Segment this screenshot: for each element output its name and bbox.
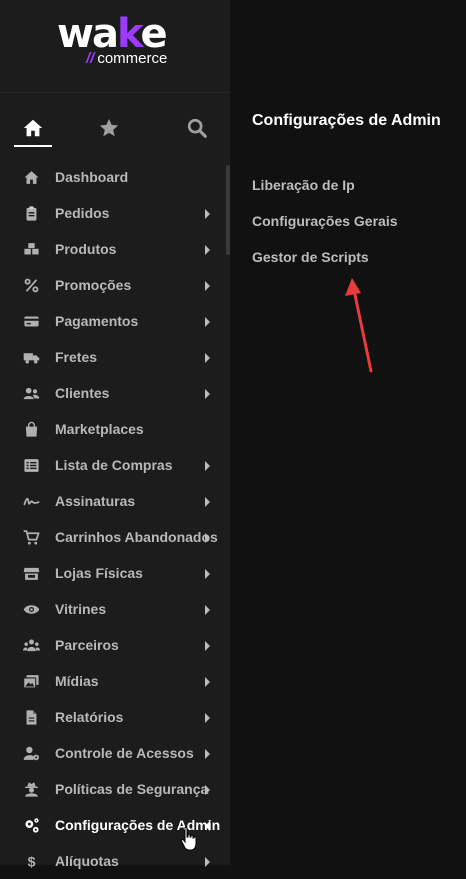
sidebar-item-label: Carrinhos Abandonados xyxy=(55,529,218,545)
cogs-icon xyxy=(23,817,40,834)
sidebar-item-label: Produtos xyxy=(55,241,117,257)
logo[interactable]: wake //commerce xyxy=(0,0,230,93)
mouse-pointer-icon xyxy=(180,826,197,851)
sidebar-item-label: Lista de Compras xyxy=(55,457,173,473)
sidebar-item-cart[interactable]: Carrinhos Abandonados xyxy=(0,519,226,555)
sidebar-item-label: Promoções xyxy=(55,277,132,293)
sidebar-item-label: Relatórios xyxy=(55,709,124,725)
sidebar-item-boxes[interactable]: Produtos xyxy=(0,231,226,267)
logo-commerce: //commerce xyxy=(86,50,168,67)
home-tab[interactable] xyxy=(15,112,51,144)
sidebar-item-label: Vitrines xyxy=(55,601,107,617)
users-icon xyxy=(23,385,40,402)
sidebar-item-list[interactable]: Lista de Compras xyxy=(0,447,226,483)
chevron-right-icon xyxy=(205,785,210,795)
sidebar-item-label: Fretes xyxy=(55,349,98,365)
sidebar-item-label: Pedidos xyxy=(55,205,110,221)
chevron-right-icon xyxy=(205,533,210,543)
clipboard-icon xyxy=(23,205,40,222)
chevron-right-icon xyxy=(205,209,210,219)
submenu-title: Configurações de Admin xyxy=(252,112,441,129)
svg-text:$: $ xyxy=(28,854,36,870)
signature-icon xyxy=(23,493,40,510)
sidebar-item-clipboard[interactable]: Pedidos xyxy=(0,195,226,231)
sidebar-item-signature[interactable]: Assinaturas xyxy=(0,483,226,519)
chevron-right-icon xyxy=(205,389,210,399)
submenu-item-gestor-scripts[interactable]: Gestor de Scripts xyxy=(252,249,369,266)
home-icon xyxy=(23,119,43,137)
sidebar-item-images[interactable]: Mídias xyxy=(0,663,226,699)
chevron-right-icon xyxy=(205,353,210,363)
sidebar-top-icons xyxy=(0,112,230,148)
chevron-right-icon xyxy=(205,677,210,687)
file-icon xyxy=(23,709,40,726)
sidebar-item-label: Dashboard xyxy=(55,169,129,185)
sidebar-item-label: Pagamentos xyxy=(55,313,139,329)
dollar-icon: $ xyxy=(23,853,40,870)
chevron-left-icon xyxy=(205,821,210,831)
boxes-icon xyxy=(23,241,40,258)
search-tab[interactable] xyxy=(179,112,215,144)
eye-icon xyxy=(23,601,40,618)
submenu-item-configuracoes-gerais[interactable]: Configurações Gerais xyxy=(252,213,398,230)
sidebar-item-home[interactable]: Dashboard xyxy=(0,159,226,195)
sidebar-item-label: Lojas Físicas xyxy=(55,565,143,581)
store-icon xyxy=(23,565,40,582)
submenu-panel: Configurações de Admin Liberação de Ip C… xyxy=(230,0,466,865)
sidebar-item-label: Alíquotas xyxy=(55,853,119,869)
cart-icon xyxy=(23,529,40,546)
sidebar-item-label: Mídias xyxy=(55,673,99,689)
chevron-right-icon xyxy=(205,317,210,327)
chevron-right-icon xyxy=(205,281,210,291)
user-cog-icon xyxy=(23,745,40,762)
sidebar-item-percent[interactable]: Promoções xyxy=(0,267,226,303)
sidebar-item-store[interactable]: Lojas Físicas xyxy=(0,555,226,591)
chevron-right-icon xyxy=(205,749,210,759)
sidebar-item-credit-card[interactable]: Pagamentos xyxy=(0,303,226,339)
sidebar-item-partners[interactable]: Parceiros xyxy=(0,627,226,663)
sidebar-item-users[interactable]: Clientes xyxy=(0,375,226,411)
sidebar: wake //commerce Dashboard Pedidos Produtos… xyxy=(0,0,230,870)
chevron-right-icon xyxy=(205,497,210,507)
sidebar-item-eye[interactable]: Vitrines xyxy=(0,591,226,627)
chevron-right-icon xyxy=(205,245,210,255)
chevron-right-icon xyxy=(205,605,210,615)
active-tab-indicator xyxy=(14,145,52,147)
partners-icon xyxy=(23,637,40,654)
chevron-right-icon xyxy=(205,641,210,651)
sidebar-item-shopping-bag[interactable]: Marketplaces xyxy=(0,411,226,447)
chevron-right-icon xyxy=(205,857,210,867)
sidebar-item-truck[interactable]: Fretes xyxy=(0,339,226,375)
sidebar-item-label: Políticas de Segurança xyxy=(55,781,209,797)
chevron-right-icon xyxy=(205,461,210,471)
truck-icon xyxy=(23,349,40,366)
sidebar-item-file[interactable]: Relatórios xyxy=(0,699,226,735)
user-secret-icon xyxy=(23,781,40,798)
star-icon xyxy=(99,118,119,137)
images-icon xyxy=(23,673,40,690)
submenu-item-liberacao-ip[interactable]: Liberação de Ip xyxy=(252,177,355,194)
list-icon xyxy=(23,457,40,474)
sidebar-item-label: Assinaturas xyxy=(55,493,136,509)
sidebar-item-label: Controle de Acessos xyxy=(55,745,194,761)
home-icon xyxy=(23,169,40,186)
chevron-right-icon xyxy=(205,569,210,579)
sidebar-item-label: Marketplaces xyxy=(55,421,144,437)
sidebar-item-user-cog[interactable]: Controle de Acessos xyxy=(0,735,226,771)
favorites-tab[interactable] xyxy=(91,112,127,144)
shopping-bag-icon xyxy=(23,421,40,438)
sidebar-item-label: Clientes xyxy=(55,385,110,401)
credit-card-icon xyxy=(23,313,40,330)
percent-icon xyxy=(23,277,40,294)
chevron-right-icon xyxy=(205,713,210,723)
sidebar-item-label: Parceiros xyxy=(55,637,119,653)
sidebar-menu: Dashboard Pedidos Produtos Promoções Pagamen… xyxy=(0,159,226,879)
search-icon xyxy=(187,118,207,138)
sidebar-item-user-secret[interactable]: Políticas de Segurança xyxy=(0,771,226,807)
